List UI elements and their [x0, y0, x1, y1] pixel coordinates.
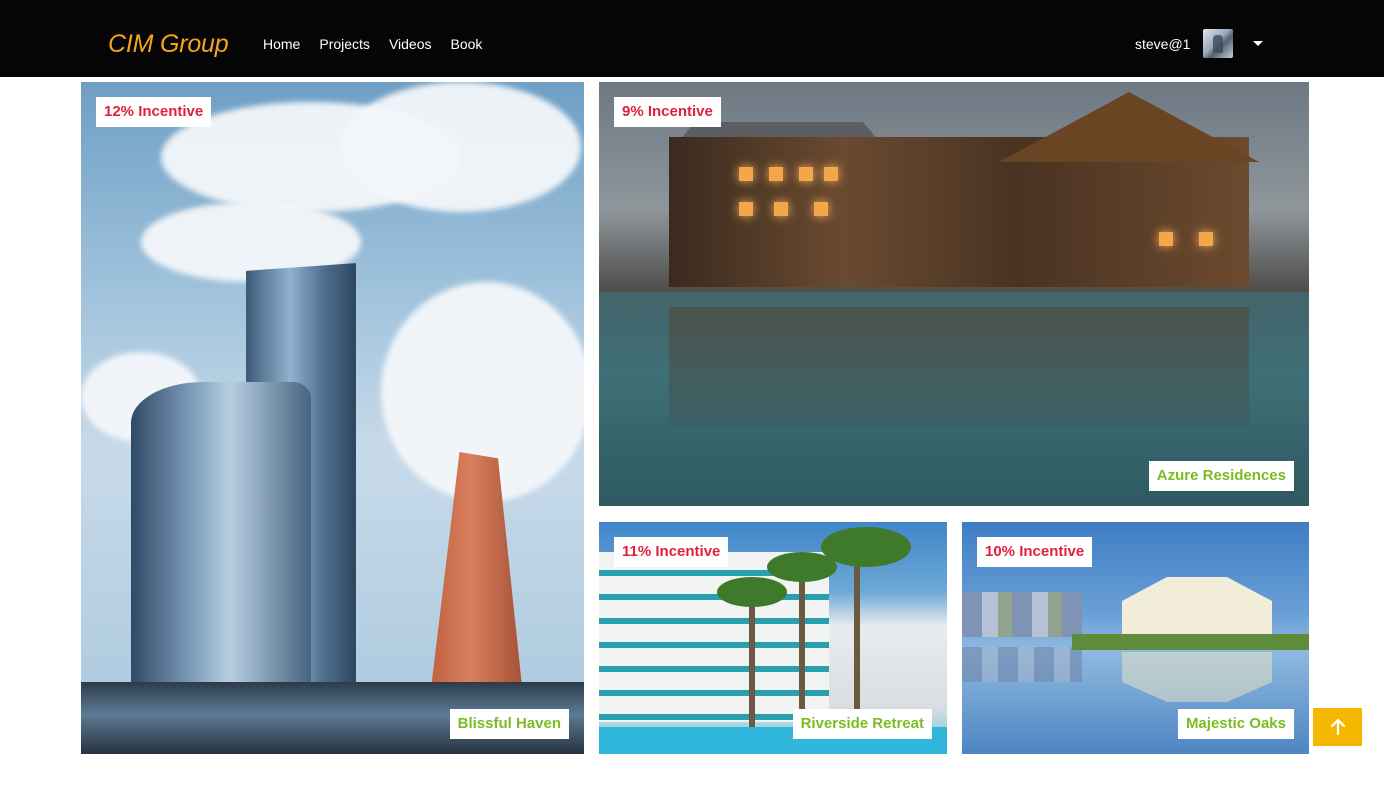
cloud-image	[341, 82, 581, 212]
mansion-reflection-image	[1122, 652, 1272, 702]
nav-home[interactable]: Home	[263, 34, 300, 54]
nav-videos[interactable]: Videos	[389, 34, 432, 54]
incentive-badge: 12% Incentive	[96, 97, 212, 127]
houses-image	[962, 592, 1082, 637]
palm-tree-image	[799, 567, 805, 732]
palm-tree-image	[749, 592, 755, 732]
lawn-image	[1072, 634, 1309, 650]
property-name[interactable]: Majestic Oaks	[1177, 709, 1294, 739]
houses-reflection-image	[962, 647, 1082, 682]
top-navbar: CIM Group Home Projects Videos Book stev…	[0, 0, 1384, 77]
window-light	[1199, 232, 1213, 246]
property-name[interactable]: Blissful Haven	[449, 709, 569, 739]
incentive-badge: 11% Incentive	[614, 537, 729, 567]
property-name[interactable]: Azure Residences	[1148, 461, 1294, 491]
pool-reflection-image	[669, 307, 1249, 427]
brand-logo[interactable]: CIM Group	[108, 29, 229, 59]
property-card-blissful-haven[interactable]: 12% Incentive Blissful Haven	[81, 82, 584, 754]
mansion-image	[1122, 577, 1272, 637]
arrow-up-icon	[1330, 718, 1345, 736]
property-card-azure-residences[interactable]: 9% Incentive Azure Residences	[599, 82, 1309, 506]
nav-book[interactable]: Book	[451, 34, 483, 54]
property-card-majestic-oaks[interactable]: 10% Incentive Majestic Oaks	[962, 522, 1309, 754]
window-light	[1159, 232, 1173, 246]
nav-projects[interactable]: Projects	[319, 34, 370, 54]
window-light	[774, 202, 788, 216]
window-light	[769, 167, 783, 181]
palm-frond-image	[717, 577, 787, 607]
user-avatar[interactable]	[1203, 29, 1233, 58]
window-light	[814, 202, 828, 216]
palm-frond-image	[821, 527, 911, 567]
roof-image	[999, 92, 1259, 162]
window-light	[739, 202, 753, 216]
caret-down-icon[interactable]	[1253, 41, 1263, 46]
property-name[interactable]: Riverside Retreat	[792, 709, 932, 739]
property-card-riverside-retreat[interactable]: 11% Incentive Riverside Retreat	[599, 522, 947, 754]
window-light	[739, 167, 753, 181]
glass-tower-image	[131, 382, 311, 722]
window-light	[799, 167, 813, 181]
incentive-badge: 9% Incentive	[614, 97, 721, 127]
palm-tree-image	[854, 542, 860, 732]
incentive-badge: 10% Incentive	[977, 537, 1093, 567]
username[interactable]: steve@1	[1135, 34, 1190, 54]
scroll-to-top-button[interactable]	[1313, 708, 1362, 746]
main-menu: Home Projects Videos Book	[263, 34, 501, 54]
window-light	[824, 167, 838, 181]
